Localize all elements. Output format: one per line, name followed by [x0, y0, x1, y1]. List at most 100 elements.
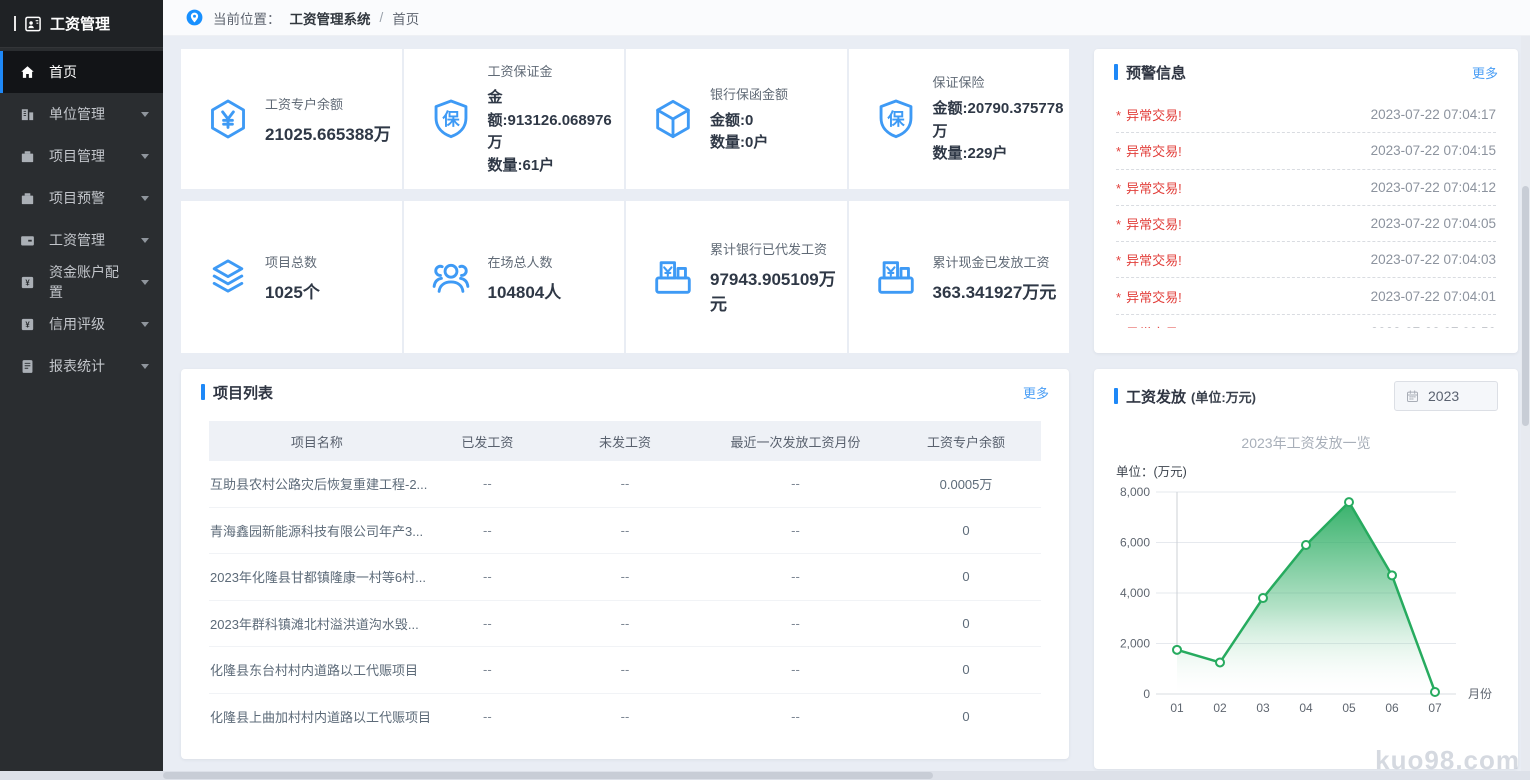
warning-star-icon: * [1116, 217, 1121, 232]
warning-panel-title: 预警信息 [1126, 62, 1186, 83]
warning-timestamp: 2023-07-22 07:04:15 [1371, 143, 1496, 158]
chevron-down-icon [141, 280, 149, 285]
stat-card-label: 项目总数 [265, 252, 320, 271]
sidebar-item-3[interactable]: 项目预警 [0, 177, 163, 219]
cell-unpaid: -- [550, 461, 700, 507]
stat-cards-row-2: 项目总数1025个在场总人数104804人累计银行已代发工资97943.9051… [181, 201, 1069, 353]
cell-name: 互助县农村公路灾后恢复重建工程-2... [209, 461, 425, 507]
warning-item[interactable]: *异常交易!2023-07-22 07:04:15 [1116, 133, 1496, 169]
table-row[interactable]: 化隆县东台村村内道路以工代赈项目------0 [209, 647, 1041, 694]
cell-name: 2023年群科镇滩北村溢洪道沟水毁... [209, 600, 425, 647]
warning-star-icon: * [1116, 144, 1121, 159]
svg-text:02: 02 [1213, 701, 1227, 715]
project-alert-icon [19, 190, 36, 207]
warning-panel-header: 预警信息 更多 [1094, 49, 1518, 95]
stat-card: 保保证保险金额:20790.375778万数量:229户 [849, 49, 1070, 189]
cell-unpaid: -- [550, 507, 700, 554]
table-row[interactable]: 互助县农村公路灾后恢复重建工程-2...------0.0005万 [209, 461, 1041, 507]
project-list-panel: 项目列表 更多 项目名称已发工资未发工资最近一次发放工资月份工资专户余额 互助县… [181, 369, 1069, 759]
more-link-warnings[interactable]: 更多 [1472, 63, 1498, 82]
warning-star-icon: * [1116, 326, 1121, 328]
column-header: 最近一次发放工资月份 [700, 421, 891, 461]
cell-name: 化隆县上曲加村村内道路以工代赈项目 [209, 693, 425, 739]
cell-name: 青海鑫园新能源科技有限公司年产3... [209, 507, 425, 554]
sidebar-item-home[interactable]: 首页 [0, 51, 163, 93]
cash-icon [873, 254, 919, 300]
warning-item[interactable]: *异常交易!2023-07-22 07:04:17 [1116, 97, 1496, 133]
sidebar-item-7[interactable]: 报表统计 [0, 345, 163, 387]
cell-paid: -- [425, 600, 550, 647]
chevron-down-icon [141, 238, 149, 243]
column-header: 项目名称 [209, 421, 425, 461]
sidebar-item-label: 首页 [49, 62, 77, 82]
stat-card-value: 97943.905109万元 [710, 265, 847, 315]
svg-text:¥: ¥ [25, 320, 30, 329]
sidebar-item-5[interactable]: ¥资金账户配置 [0, 261, 163, 303]
horizontal-scrollbar-thumb[interactable] [163, 772, 933, 779]
column-header: 已发工资 [425, 421, 550, 461]
warning-item[interactable]: *异常交易!2023-07-22 07:04:01 [1116, 278, 1496, 314]
year-picker[interactable]: 2023 [1394, 381, 1498, 411]
sidebar-item-label: 信用评级 [49, 314, 105, 334]
sidebar-item-label: 工资管理 [49, 230, 105, 250]
cell-name: 2023年化隆县甘都镇隆康一村等6村... [209, 554, 425, 601]
warning-timestamp: 2023-07-22 07:04:05 [1371, 216, 1496, 231]
people-icon [428, 254, 474, 300]
title-accent-bar [1114, 64, 1118, 80]
sidebar-item-2[interactable]: 项目管理 [0, 135, 163, 177]
stat-card: 保工资保证金金额:913126.068976万数量:61户 [404, 49, 625, 189]
chart-title: 2023年工资发放一览 [1094, 433, 1518, 453]
cell-month: -- [700, 507, 891, 554]
stat-card-value: 104804人 [488, 278, 562, 303]
sidebar-item-6[interactable]: ¥ 信用评级 [0, 303, 163, 345]
cell-month: -- [700, 554, 891, 601]
stat-card-label: 累计现金已发放工资 [933, 252, 1057, 271]
warning-star-icon: * [1116, 290, 1121, 305]
cell-paid: -- [425, 461, 550, 507]
table-row[interactable]: 2023年化隆县甘都镇隆康一村等6村...------0 [209, 554, 1041, 601]
cell-name: 化隆县东台村村内道路以工代赈项目 [209, 647, 425, 694]
salary-area-chart: 02,0004,0006,0008,00001020304050607月份 [1094, 480, 1518, 730]
warning-item[interactable]: *异常交易!2023-07-22 07:04:12 [1116, 170, 1496, 206]
stat-card-line: 数量:0户 [710, 132, 788, 155]
svg-text:8,000: 8,000 [1120, 485, 1150, 499]
stat-card-text: 银行保函金额金额:0数量:0户 [710, 84, 788, 155]
warning-item[interactable]: *异常交易!2023-07-22 07:04:05 [1116, 206, 1496, 242]
stat-card-text: 保证保险金额:20790.375778万数量:229户 [933, 72, 1070, 166]
table-row[interactable]: 2023年群科镇滩北村溢洪道沟水毁...------0 [209, 600, 1041, 647]
stat-card-text: 累计现金已发放工资363.341927万元 [933, 252, 1057, 303]
breadcrumb-bar: 当前位置： 工资管理系统 / 首页 [163, 0, 1530, 36]
vertical-scrollbar-thumb[interactable] [1522, 186, 1529, 426]
warning-text: *异常交易! [1116, 323, 1182, 328]
stat-card-line: 金额:20790.375778万 [933, 98, 1070, 143]
table-row[interactable]: 化隆县上曲加村村内道路以工代赈项目------0 [209, 693, 1041, 739]
stat-card-text: 工资专户余额21025.665388万 [265, 94, 391, 145]
stat-card-text: 累计银行已代发工资97943.905109万元 [710, 239, 847, 315]
sidebar-item-label: 资金账户配置 [49, 262, 128, 302]
sidebar-item-4[interactable]: 工资管理 [0, 219, 163, 261]
right-column: 预警信息 更多 *异常交易!2023-07-22 07:04:17*异常交易!2… [1094, 49, 1518, 769]
left-column: 工资专户余额21025.665388万保工资保证金金额:913126.06897… [181, 49, 1069, 769]
sidebar-item-label: 单位管理 [49, 104, 105, 124]
stat-card: 工资专户余额21025.665388万 [181, 49, 402, 189]
warning-item[interactable]: *异常交易!2023-07-22 07:04:03 [1116, 242, 1496, 278]
table-row[interactable]: 青海鑫园新能源科技有限公司年产3...------0 [209, 507, 1041, 554]
project-table-wrap: 项目名称已发工资未发工资最近一次发放工资月份工资专户余额 互助县农村公路灾后恢复… [209, 421, 1041, 739]
badge-icon [23, 14, 43, 34]
warning-item[interactable]: *异常交易! 2023-07-22 07:03:59 [1116, 315, 1496, 328]
breadcrumb-root[interactable]: 工资管理系统 [290, 8, 371, 28]
warning-timestamp: 2023-07-22 07:03:59 [1371, 325, 1496, 328]
project-table: 项目名称已发工资未发工资最近一次发放工资月份工资专户余额 互助县农村公路灾后恢复… [209, 421, 1041, 739]
stat-card-label: 保证保险 [933, 72, 1070, 91]
chevron-down-icon [141, 154, 149, 159]
calendar-icon [1405, 389, 1420, 404]
warning-text: *异常交易! [1116, 250, 1182, 269]
wallet-icon [19, 232, 36, 249]
more-link-projects[interactable]: 更多 [1023, 383, 1049, 402]
stat-card: 在场总人数104804人 [404, 201, 625, 353]
stat-card-label: 银行保函金额 [710, 84, 788, 103]
svg-text:04: 04 [1299, 701, 1313, 715]
svg-text:01: 01 [1170, 701, 1184, 715]
cell-month: -- [700, 600, 891, 647]
sidebar-item-1[interactable]: 单位管理 [0, 93, 163, 135]
